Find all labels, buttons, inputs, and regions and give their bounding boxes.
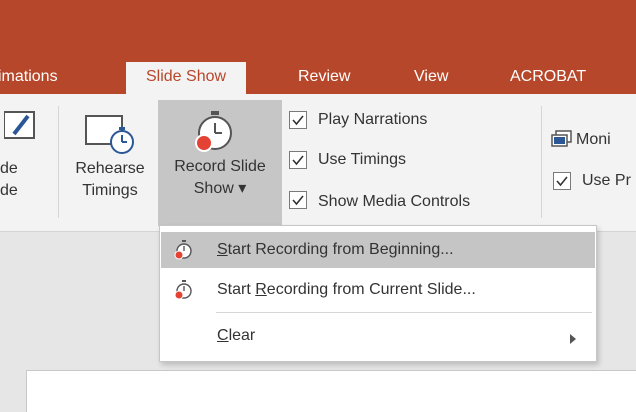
checkmark-icon bbox=[292, 195, 304, 206]
record-label-line1: Record Slide bbox=[174, 158, 266, 175]
tab-review[interactable]: Review bbox=[298, 62, 350, 94]
play-narrations-label: Play Narrations bbox=[318, 111, 428, 128]
use-timings-label: Use Timings bbox=[318, 151, 407, 168]
menu-item-label: Start Recording from Current Slide... bbox=[217, 281, 476, 298]
rehearse-label-line1: Rehearse bbox=[75, 160, 145, 177]
hide-slide-button[interactable]: de de bbox=[0, 94, 48, 232]
menu-item-label: Clear bbox=[217, 327, 256, 344]
show-media-controls-label: Show Media Controls bbox=[318, 193, 471, 210]
group-divider bbox=[58, 106, 59, 218]
checkmark-icon bbox=[292, 155, 304, 166]
play-narrations-checkbox[interactable] bbox=[289, 111, 307, 129]
group-divider bbox=[541, 106, 542, 218]
hide-slide-label-line1: de bbox=[0, 160, 18, 177]
tab-slide-show[interactable]: Slide Show bbox=[126, 62, 247, 94]
monitor-label[interactable]: Moni bbox=[576, 129, 611, 151]
record-label-line2: Show ▾ bbox=[193, 180, 247, 197]
menu-item-label: Start Recording from Beginning... bbox=[217, 241, 454, 258]
menu-item-clear[interactable]: Clear bbox=[161, 318, 595, 354]
ribbon-tab-bar: imations Slide Show Review View ACROBAT bbox=[0, 54, 636, 94]
menu-item-record-from-current-slide[interactable]: Start Recording from Current Slide... bbox=[161, 272, 595, 308]
monitor-icon[interactable] bbox=[551, 130, 573, 155]
checkmark-icon bbox=[292, 115, 304, 126]
record-clock-icon bbox=[192, 110, 236, 161]
ribbon: de de Rehearse Timings Record Slide Show… bbox=[0, 94, 636, 232]
hide-slide-label-line2: de bbox=[0, 182, 18, 199]
rehearse-timings-button[interactable]: Rehearse Timings bbox=[64, 96, 156, 230]
menu-item-record-from-beginning[interactable]: Start Recording from Beginning... bbox=[161, 232, 595, 268]
menu-separator bbox=[216, 312, 592, 313]
record-clock-icon bbox=[173, 240, 193, 265]
tab-animations[interactable]: imations bbox=[0, 62, 58, 94]
show-media-controls-checkbox[interactable] bbox=[289, 191, 307, 209]
title-bar bbox=[0, 0, 636, 54]
tab-acrobat[interactable]: ACROBAT bbox=[510, 62, 586, 94]
tab-view[interactable]: View bbox=[414, 62, 448, 94]
hide-slide-icon bbox=[3, 108, 42, 151]
rehearse-label-line2: Timings bbox=[82, 182, 138, 199]
use-timings-checkbox[interactable] bbox=[289, 151, 307, 169]
checkmark-icon bbox=[556, 176, 568, 187]
record-slide-show-menu: Start Recording from Beginning... Start … bbox=[159, 225, 597, 362]
slide-thumbnail[interactable] bbox=[26, 370, 636, 412]
record-slide-show-button[interactable]: Record Slide Show ▾ bbox=[158, 100, 282, 226]
record-clock-icon bbox=[173, 280, 193, 305]
rehearse-timings-icon bbox=[84, 110, 138, 165]
use-presenter-view-checkbox[interactable] bbox=[553, 172, 571, 190]
submenu-arrow-icon bbox=[569, 331, 577, 349]
use-presenter-view-label: Use Pr bbox=[582, 172, 631, 189]
